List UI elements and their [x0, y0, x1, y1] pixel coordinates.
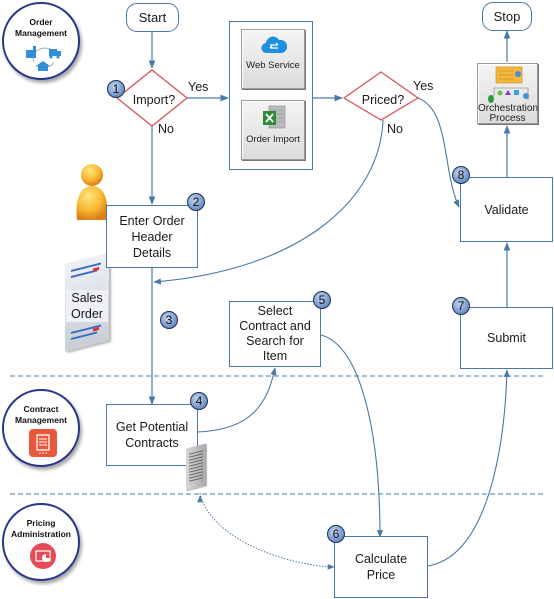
- web-service-label: Web Service: [246, 60, 300, 71]
- lane-pricing-administration: Pricing Administration: [2, 503, 80, 581]
- order-management-icon: [26, 46, 61, 71]
- orchestration-process-label: Orchestration Process: [478, 103, 539, 124]
- decision-import-label: Import?: [132, 93, 176, 107]
- step-badge-7: 7: [452, 297, 470, 315]
- orchestration-process-icon: [488, 66, 529, 103]
- step-validate: Validate: [460, 177, 553, 242]
- decision-priced-label: Priced?: [361, 93, 405, 107]
- cloud-sync-icon: [261, 36, 287, 54]
- contract-scroll-icon: [29, 429, 57, 457]
- lane-title: Order Management: [15, 17, 67, 38]
- step-select-contract-search-item: Select Contract and Search for Item: [229, 301, 321, 367]
- decision-import-no: No: [158, 122, 174, 136]
- step-badge-5: 5: [313, 291, 331, 309]
- excel-file-icon: [263, 105, 286, 129]
- lane-contract-management: Contract Management: [2, 389, 80, 467]
- step-badge-1: 1: [107, 80, 125, 98]
- lane-title: Contract Management: [15, 404, 67, 425]
- pricing-chart-icon: [30, 543, 56, 569]
- decision-priced-no: No: [387, 122, 403, 136]
- decision-import-yes: Yes: [188, 80, 209, 94]
- step-badge-2: 2: [187, 193, 205, 211]
- sales-order-label: Sales Order: [66, 290, 108, 322]
- contract-document-icon: [186, 443, 206, 491]
- order-import-tile: Order Import: [241, 100, 305, 160]
- step-enter-order-header-details: Enter Order Header Details: [106, 205, 198, 268]
- lane-order-management: Order Management: [2, 2, 80, 80]
- orchestration-process-tile: Orchestration Process: [477, 63, 538, 124]
- decision-priced-yes: Yes: [413, 79, 434, 93]
- web-service-tile: Web Service: [241, 29, 305, 89]
- start-terminal: Start: [126, 3, 179, 32]
- step-get-potential-contracts: Get Potential Contracts: [106, 404, 198, 466]
- connector-priced-yes: [417, 97, 460, 208]
- step-submit: Submit: [460, 307, 553, 369]
- connector-calculate-submit: [427, 369, 510, 567]
- step-badge-3: 3: [160, 311, 178, 329]
- step-badge-6: 6: [327, 525, 345, 543]
- order-import-label: Order Import: [246, 134, 300, 145]
- connector-contracts-select: [196, 367, 277, 433]
- connector-select-calculate: [320, 334, 384, 538]
- stop-terminal: Stop: [482, 2, 532, 31]
- lane-title: Pricing Administration: [11, 518, 71, 539]
- step-badge-8: 8: [452, 166, 470, 184]
- connector-contract-doc-calculate: [199, 492, 335, 570]
- step-calculate-price: Calculate Price: [334, 536, 428, 598]
- step-badge-4: 4: [190, 392, 208, 410]
